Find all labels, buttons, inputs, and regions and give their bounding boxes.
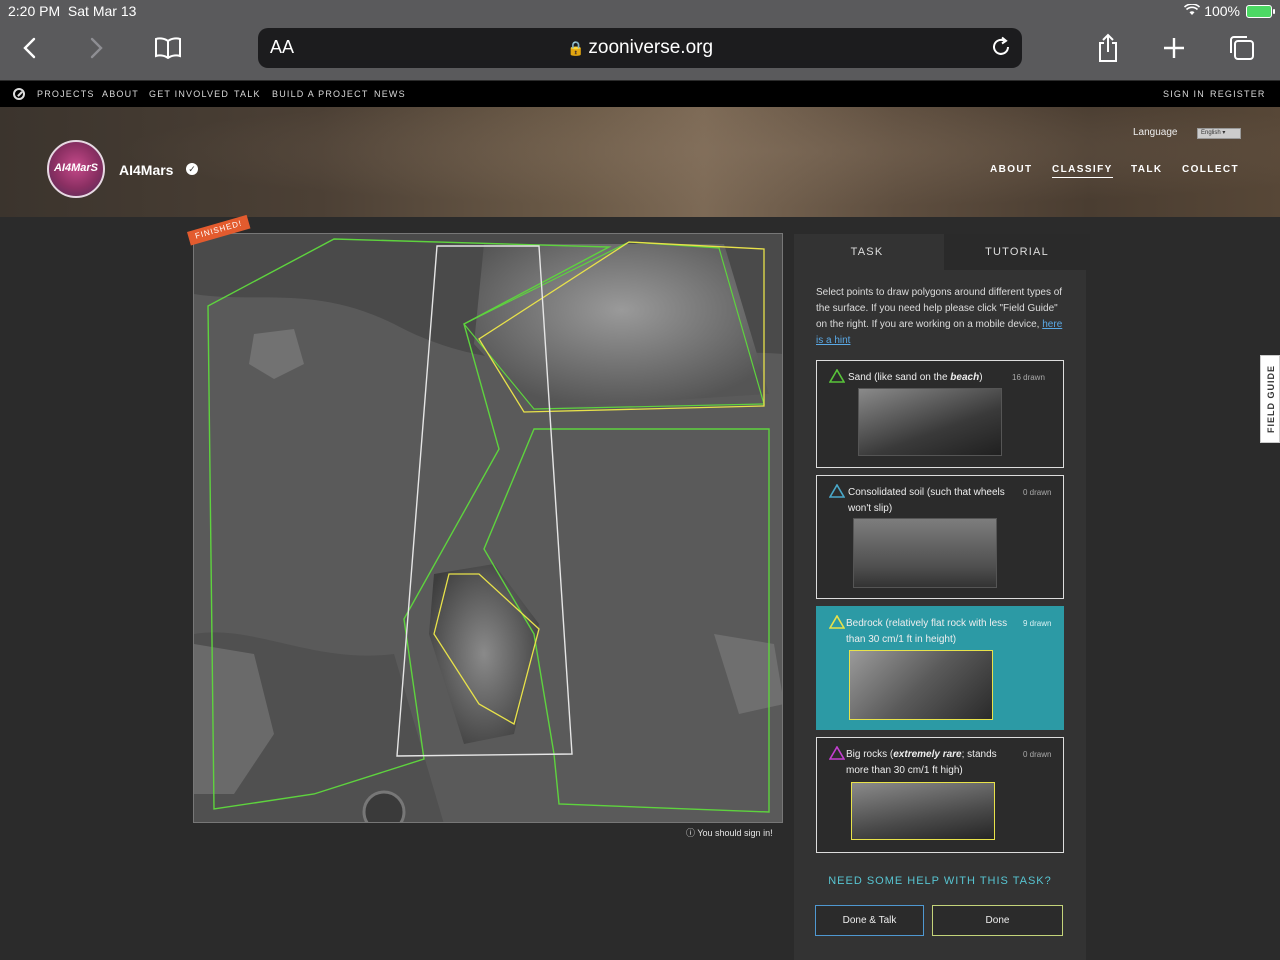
done-and-talk-button[interactable]: Done & Talk — [815, 905, 924, 936]
nav-news[interactable]: NEWS — [374, 89, 406, 99]
choice-sand[interactable]: Sand (like sand on the beach) 16 drawn — [816, 360, 1064, 468]
nav-talk[interactable]: TALK — [234, 89, 261, 99]
language-label: Language — [1133, 127, 1178, 138]
choice-label: Big rocks (extremely rare; stands more t… — [846, 749, 997, 776]
done-button[interactable]: Done — [932, 905, 1063, 936]
annotation-canvas[interactable] — [194, 234, 783, 823]
choice-bedrock[interactable]: Bedrock (relatively flat rock with less … — [816, 606, 1064, 730]
project-avatar[interactable]: AI4MarS — [47, 140, 105, 198]
project-title[interactable]: AI4Mars — [119, 162, 173, 178]
url-display[interactable]: 🔒 zooniverse.org — [258, 37, 1022, 59]
choice-label: Bedrock (relatively flat rock with less … — [846, 618, 1008, 645]
project-nav-classify[interactable]: CLASSIFY — [1052, 164, 1113, 178]
project-nav-about[interactable]: ABOUT — [990, 164, 1033, 175]
status-time: 2:20 PM Sat Mar 13 — [8, 3, 137, 19]
big-rocks-triangle-icon — [829, 746, 845, 760]
project-nav-talk[interactable]: TALK — [1131, 164, 1163, 175]
zooniverse-nav: PROJECTS ABOUT GET INVOLVED TALK BUILD A… — [0, 81, 1280, 107]
sand-example-image — [858, 388, 1002, 456]
zooniverse-logo-icon[interactable] — [13, 88, 25, 100]
choice-count: 0 drawn — [1023, 488, 1052, 497]
field-guide-tab[interactable]: FIELD GUIDE — [1260, 355, 1280, 443]
choice-label: Sand (like sand on the beach) — [848, 372, 983, 383]
choice-count: 16 drawn — [1012, 373, 1045, 382]
project-header: AI4MarS AI4Mars ✓ Language English ▾ ABO… — [0, 107, 1280, 217]
verified-icon: ✓ — [186, 163, 198, 175]
choice-big-rocks[interactable]: Big rocks (extremely rare; stands more t… — [816, 737, 1064, 853]
task-panel: TASK TUTORIAL Select points to draw poly… — [794, 234, 1090, 960]
browser-chrome: 2:20 PM Sat Mar 13 100% AA 🔒 zooniverse.o… — [0, 0, 1280, 80]
bedrock-example-image — [849, 650, 993, 720]
choice-count: 0 drawn — [1023, 750, 1052, 759]
soil-example-image — [853, 518, 997, 588]
forward-icon[interactable] — [80, 32, 112, 64]
need-help-link[interactable]: NEED SOME HELP WITH THIS TASK? — [794, 875, 1086, 887]
bookmarks-icon[interactable] — [152, 32, 184, 64]
rover-part — [362, 790, 406, 822]
nav-build-a-project[interactable]: BUILD A PROJECT — [272, 89, 369, 99]
choice-label: Consolidated soil (such that wheels won'… — [848, 487, 1005, 514]
task-instructions: Select points to draw polygons around di… — [816, 287, 1063, 346]
sand-triangle-icon — [829, 369, 845, 383]
choice-count: 9 drawn — [1023, 619, 1052, 628]
battery-percent: 100% — [1204, 3, 1240, 19]
tabs-icon[interactable] — [1226, 32, 1258, 64]
address-bar[interactable]: AA 🔒 zooniverse.org — [258, 28, 1022, 68]
soil-triangle-icon — [829, 484, 845, 498]
new-tab-icon[interactable] — [1158, 32, 1190, 64]
nav-projects[interactable]: PROJECTS — [37, 89, 95, 99]
bedrock-triangle-icon — [829, 615, 845, 629]
back-icon[interactable] — [14, 32, 46, 64]
tab-task[interactable]: TASK — [794, 234, 940, 270]
choice-consolidated-soil[interactable]: Consolidated soil (such that wheels won'… — [816, 475, 1064, 599]
status-right: 100% — [1184, 3, 1240, 19]
sign-in-link[interactable]: SIGN IN — [1163, 89, 1205, 99]
tab-tutorial[interactable]: TUTORIAL — [944, 234, 1090, 270]
nav-get-involved[interactable]: GET INVOLVED — [149, 89, 229, 99]
language-select[interactable]: English ▾ — [1197, 128, 1241, 139]
register-link[interactable]: REGISTER — [1210, 89, 1266, 99]
subject-image[interactable] — [193, 233, 783, 823]
big-rocks-example-image — [851, 782, 995, 840]
reload-icon[interactable] — [990, 36, 1012, 63]
wifi-icon — [1184, 3, 1201, 19]
project-nav-collect[interactable]: COLLECT — [1182, 164, 1239, 175]
nav-about[interactable]: ABOUT — [102, 89, 139, 99]
battery-icon — [1246, 5, 1275, 18]
lock-icon: 🔒 — [566, 40, 585, 56]
sign-in-notice: ⓘ You should sign in! — [686, 828, 773, 838]
share-icon[interactable] — [1092, 32, 1124, 64]
